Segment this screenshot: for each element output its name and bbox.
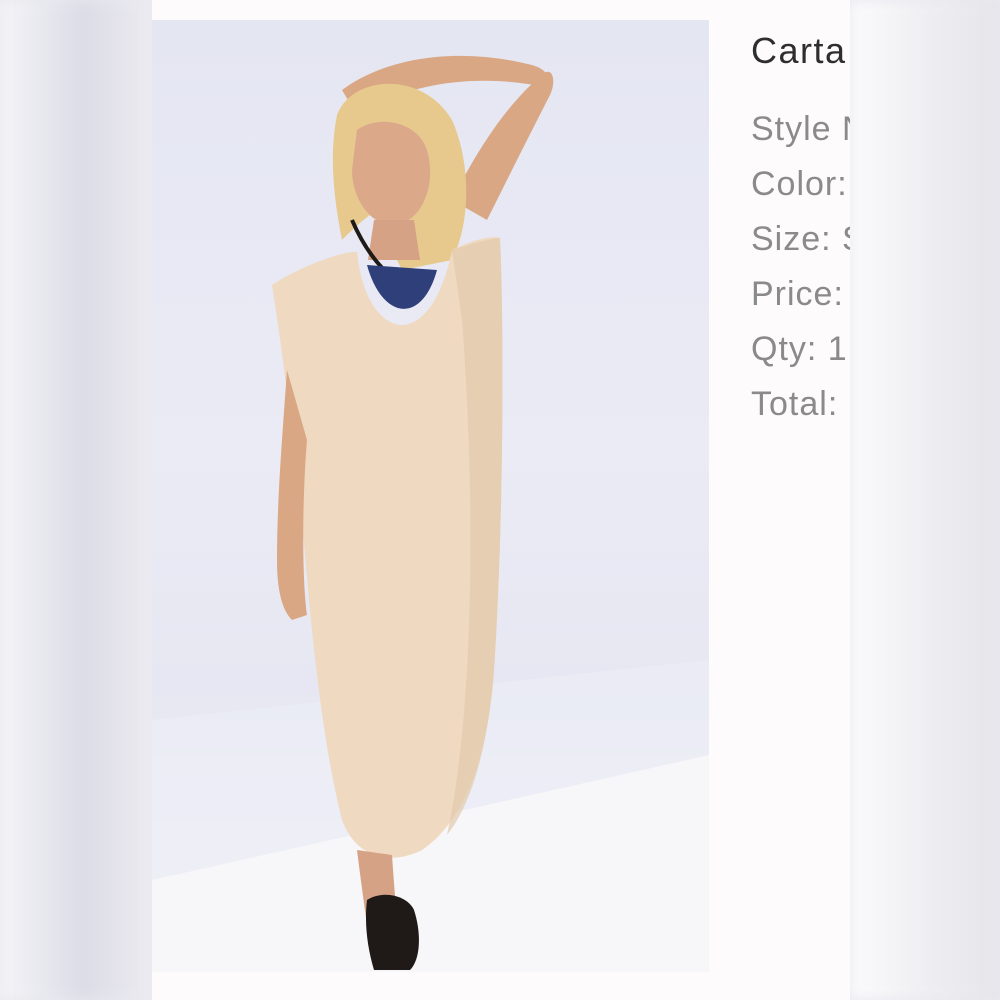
- quantity-field: Qty: 1: [751, 330, 848, 368]
- style-number-field: Style N: [751, 110, 850, 148]
- model-illustration: [152, 55, 709, 972]
- price-field: Price:: [751, 275, 844, 313]
- size-field: Size: S: [751, 220, 850, 258]
- total-field: Total:: [751, 385, 839, 423]
- blurred-left-margin: [0, 0, 152, 1000]
- color-field: Color:: [751, 165, 848, 203]
- product-photo[interactable]: [152, 20, 709, 972]
- blurred-right-margin: [850, 0, 1000, 1000]
- product-title: Carta: [751, 30, 847, 71]
- order-details: Carta Style N Color: Size: S Price: Qty:…: [751, 20, 850, 432]
- detail-rows: Style N Color: Size: S Price: Qty: 1 Tot…: [751, 102, 850, 432]
- product-card: Carta Style N Color: Size: S Price: Qty:…: [152, 0, 850, 1000]
